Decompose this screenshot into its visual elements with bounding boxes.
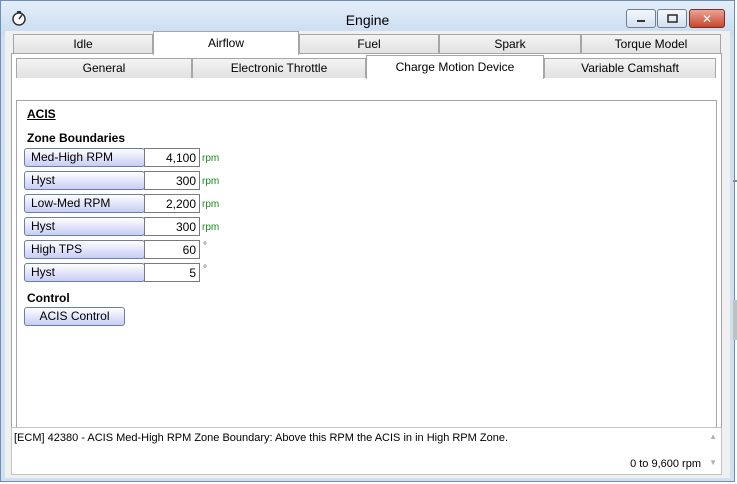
background-window-edge <box>733 180 737 182</box>
med-high-rpm-button[interactable]: Med-High RPM <box>24 148 145 167</box>
close-icon: ✕ <box>701 11 713 26</box>
med-high-rpm-field[interactable] <box>144 148 200 167</box>
high-tps-button[interactable]: High TPS <box>24 240 145 259</box>
tab-airflow[interactable]: Airflow <box>153 31 299 55</box>
status-description: [ECM] 42380 - ACIS Med-High RPM Zone Bou… <box>14 432 508 444</box>
minimize-icon <box>637 19 645 22</box>
control-heading: Control <box>27 291 70 305</box>
minimize-button[interactable] <box>626 9 656 28</box>
window-title: Engine <box>345 12 390 28</box>
subtab-charge-motion-device[interactable]: Charge Motion Device <box>366 55 544 79</box>
hyst-unit-2: rpm <box>202 222 220 233</box>
client-area: Idle Airflow Fuel Spark Torque Model Gen… <box>5 31 730 478</box>
hyst-unit-1: rpm <box>202 176 220 187</box>
med-high-rpm-unit: rpm <box>202 153 220 164</box>
low-med-rpm-field[interactable] <box>144 194 200 213</box>
high-tps-unit: ° <box>203 241 207 252</box>
engine-window: Engine ✕ Idle Airflow Fuel Spark Torque … <box>0 0 735 482</box>
maximize-icon <box>666 14 678 23</box>
hyst-button-1[interactable]: Hyst <box>24 171 145 190</box>
low-med-rpm-button[interactable]: Low-Med RPM <box>24 194 145 213</box>
hyst-field-2[interactable] <box>144 217 200 236</box>
acis-control-button[interactable]: ACIS Control <box>24 307 125 326</box>
subtab-general[interactable]: General <box>16 58 192 78</box>
tab-idle[interactable]: Idle <box>13 34 153 54</box>
scroll-down-icon[interactable]: ▼ <box>709 458 717 467</box>
hyst-field-1[interactable] <box>144 171 200 190</box>
subtab-variable-camshaft[interactable]: Variable Camshaft <box>544 58 716 78</box>
zone-boundaries-heading: Zone Boundaries <box>27 131 126 145</box>
hyst-field-3[interactable] <box>144 263 200 282</box>
tab-spark[interactable]: Spark <box>439 34 581 54</box>
hyst-unit-3: ° <box>203 264 207 275</box>
status-range: 0 to 9,600 rpm <box>630 458 701 470</box>
title-bar[interactable]: Engine ✕ <box>1 1 734 35</box>
tab-torque-model[interactable]: Torque Model <box>581 34 721 54</box>
hyst-button-3[interactable]: Hyst <box>24 263 145 282</box>
close-button[interactable]: ✕ <box>689 9 725 28</box>
status-panel: [ECM] 42380 - ACIS Med-High RPM Zone Bou… <box>11 427 722 475</box>
maximize-button[interactable] <box>657 9 687 28</box>
background-window-edge-lower <box>733 300 737 340</box>
tab-fuel[interactable]: Fuel <box>299 34 439 54</box>
high-tps-field[interactable] <box>144 240 200 259</box>
subtab-electronic-throttle[interactable]: Electronic Throttle <box>192 58 366 78</box>
airflow-panel: General Electronic Throttle Charge Motio… <box>11 53 722 433</box>
scroll-up-icon[interactable]: ▲ <box>709 432 717 441</box>
low-med-rpm-unit: rpm <box>202 199 220 210</box>
section-title: ACIS <box>27 107 56 121</box>
charge-motion-panel: ACIS Zone Boundaries Med-High RPM rpm Hy… <box>16 100 717 430</box>
hyst-button-2[interactable]: Hyst <box>24 217 145 236</box>
